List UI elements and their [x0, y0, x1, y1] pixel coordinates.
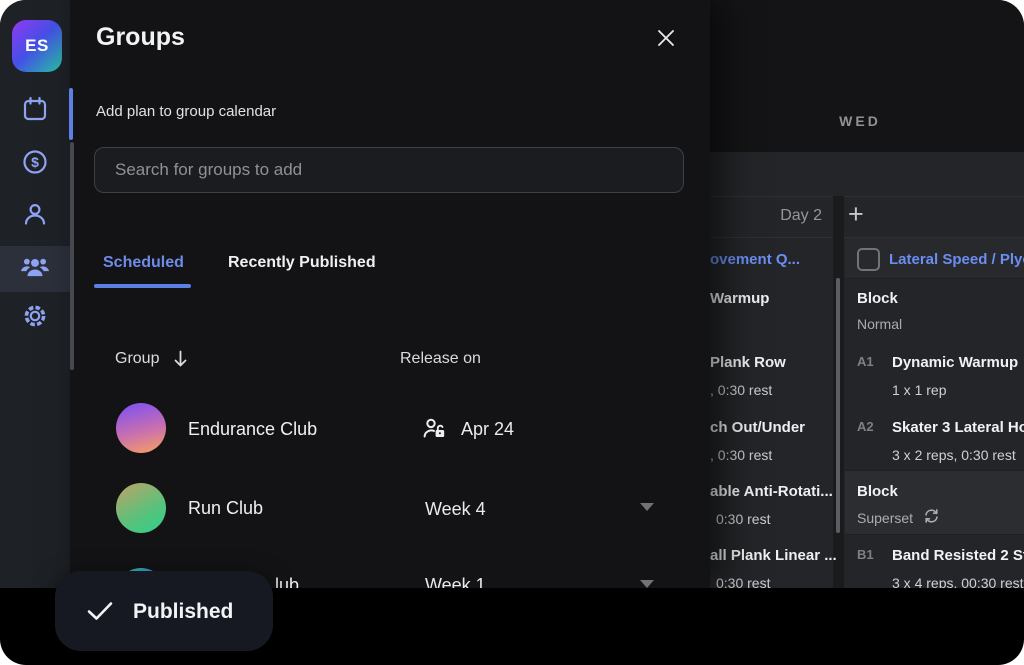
- exercise-tag: B1: [857, 548, 874, 561]
- modal-scrollbar[interactable]: [70, 142, 74, 370]
- exercise-detail: 3 x 4 reps, 00:30 rest: [892, 576, 1024, 588]
- exercise-detail: , 0:30 rest: [710, 448, 772, 462]
- exercise-detail: 0:30 rest: [716, 576, 770, 588]
- search-input[interactable]: [95, 148, 683, 192]
- svg-text:$: $: [31, 154, 39, 170]
- groups-icon: [20, 253, 50, 286]
- exercise-name: Dynamic Warmup: [892, 355, 1018, 370]
- workout-section-label: Warmup: [710, 291, 769, 306]
- plan-title-link[interactable]: Lateral Speed / Plyo: [889, 251, 1024, 268]
- exercise-name: Band Resisted 2 Step: [892, 548, 1024, 563]
- block-type: Normal: [857, 317, 902, 331]
- group-avatar: [116, 403, 166, 453]
- toast-label: Published: [133, 601, 233, 622]
- plan-title-link[interactable]: ovement Q...: [710, 252, 800, 267]
- person-lock-icon: [422, 416, 447, 445]
- sidebar-active-indicator: [69, 88, 73, 140]
- release-week-select[interactable]: Week 1: [425, 576, 486, 588]
- close-icon[interactable]: [654, 26, 678, 50]
- sidebar: ES $: [0, 0, 70, 588]
- avatar[interactable]: ES: [12, 20, 62, 72]
- release-week-select[interactable]: Week 4: [425, 500, 486, 518]
- add-workout-button[interactable]: +: [848, 201, 864, 228]
- group-name[interactable]: Run Club: [188, 499, 263, 517]
- exercise-tag: A2: [857, 420, 874, 433]
- exercise-detail: , 0:30 rest: [710, 383, 772, 397]
- sidebar-item-calendar[interactable]: [0, 88, 70, 134]
- arrow-down-icon[interactable]: [172, 349, 189, 374]
- chevron-down-icon[interactable]: [640, 580, 654, 588]
- check-icon: [85, 599, 115, 623]
- group-name[interactable]: lub: [275, 576, 299, 588]
- block-type: Superset: [857, 511, 913, 525]
- group-avatar: [116, 483, 166, 533]
- exercise-name: all Plank Linear ...: [710, 548, 837, 563]
- workout-card-header: Lateral Speed / Plyo: [845, 238, 1024, 279]
- tab-scheduled[interactable]: Scheduled: [103, 255, 184, 271]
- groups-modal: Groups Add plan to group calendar Schedu…: [70, 0, 710, 588]
- dollar-icon: $: [21, 148, 49, 181]
- workout-card: Lateral Speed / Plyo Block Normal A1 Dyn…: [845, 238, 1024, 588]
- modal-subtitle: Add plan to group calendar: [96, 104, 276, 119]
- exercise-detail: 3 x 2 reps, 0:30 rest: [892, 448, 1016, 462]
- plan-checkbox[interactable]: [857, 248, 880, 271]
- active-tab-underline: [94, 284, 191, 288]
- sidebar-item-groups[interactable]: [0, 246, 70, 292]
- exercise-tag: A1: [857, 355, 874, 368]
- chevron-down-icon[interactable]: [640, 503, 654, 511]
- column-header-release-on: Release on: [400, 351, 481, 367]
- app-screen: WED Day 2 + ovement Q... Warmup Plank Ro…: [0, 0, 1024, 665]
- column-scrollbar[interactable]: [836, 278, 840, 533]
- exercise-name: Plank Row: [710, 355, 786, 370]
- release-date[interactable]: Apr 24: [461, 420, 514, 438]
- tab-recently-published[interactable]: Recently Published: [228, 255, 376, 271]
- group-name[interactable]: Endurance Club: [188, 420, 317, 438]
- sidebar-item-athletes[interactable]: [0, 193, 70, 239]
- column-header-group[interactable]: Group: [115, 351, 159, 367]
- sidebar-item-settings[interactable]: [0, 295, 70, 341]
- sidebar-item-billing[interactable]: $: [0, 141, 70, 187]
- weekday-header: WED: [810, 114, 910, 128]
- block-label: Block: [857, 291, 898, 306]
- group-search: [94, 147, 684, 193]
- cycle-icon: [923, 508, 940, 529]
- exercise-name: ch Out/Under: [710, 420, 805, 435]
- exercise-name: able Anti-Rotati...: [710, 484, 833, 499]
- exercise-detail: 1 x 1 rep: [892, 383, 946, 397]
- athlete-icon: [21, 200, 49, 233]
- calendar-icon: [21, 95, 49, 128]
- exercise-name: Skater 3 Lateral Hop: [892, 420, 1024, 435]
- gear-icon: [21, 302, 49, 335]
- exercise-detail: 0:30 rest: [716, 512, 770, 526]
- modal-title: Groups: [96, 25, 185, 50]
- block-label: Block: [857, 484, 898, 499]
- published-toast: Published: [55, 571, 273, 651]
